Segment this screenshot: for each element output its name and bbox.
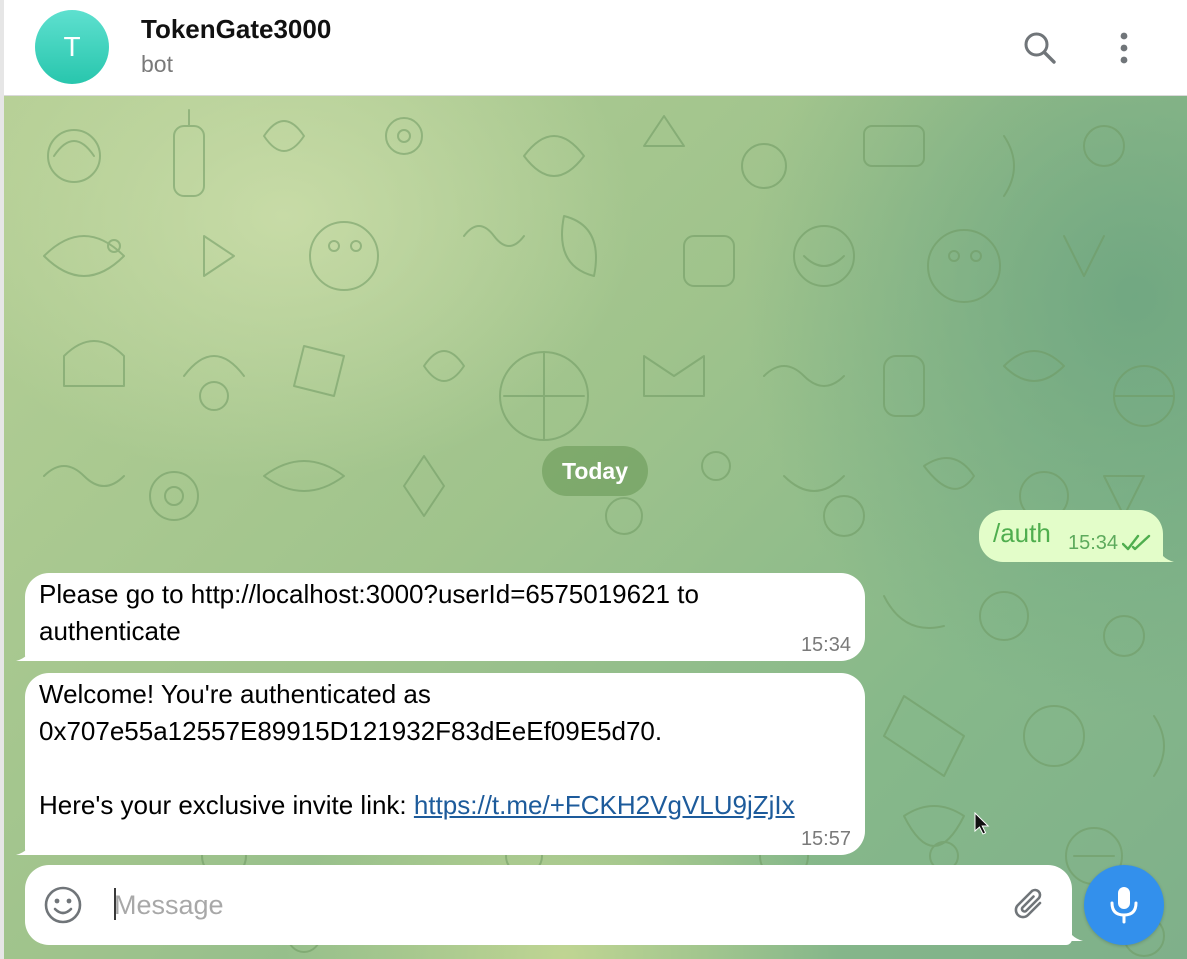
double-check-icon [1122,534,1151,551]
chat-title[interactable]: TokenGate3000 [141,14,331,45]
mouse-cursor-icon [974,812,990,835]
composer-tail [1067,925,1083,941]
date-separator: Today [542,446,648,496]
outgoing-message[interactable]: /auth 15:34 [979,510,1163,562]
outgoing-bubble-tail [1158,546,1174,562]
incoming-message[interactable]: Please go to http://localhost:3000?userI… [25,573,865,661]
emoji-icon [44,886,82,924]
attach-button[interactable] [1008,883,1052,927]
bot-avatar[interactable]: T [35,10,109,84]
more-vertical-icon [1120,32,1128,64]
invite-link[interactable]: https://t.me/+FCKH2VgVLU9jZjIx [414,790,795,820]
message-text: Welcome! You're authenticated as 0x707e5… [39,676,859,824]
text-caret [114,888,116,920]
window-edge [0,0,4,959]
voice-message-button[interactable] [1084,865,1164,945]
message-time: 15:34 [1068,532,1119,554]
telegram-chat-window: T TokenGate3000 bot Today /auth 15:34 Pl… [0,0,1187,959]
message-list[interactable]: Today /auth 15:34 Please go to http://lo… [4,96,1187,959]
avatar-letter: T [63,31,81,62]
message-time: 15:34 [800,634,851,656]
chat-header[interactable]: T TokenGate3000 bot [4,0,1187,96]
emoji-button[interactable] [41,883,85,927]
more-options-button[interactable] [1099,23,1149,73]
paperclip-icon [1014,888,1042,919]
microphone-icon [1110,887,1138,924]
message-time: 15:57 [800,828,851,850]
message-text: /auth [993,518,1051,548]
search-button[interactable] [1015,23,1065,73]
message-composer [25,865,1072,945]
incoming-message[interactable]: Welcome! You're authenticated as 0x707e5… [25,673,865,855]
chat-subtitle: bot [141,51,173,77]
message-text: Please go to http://localhost:3000?userI… [39,579,707,646]
search-icon [1024,32,1056,64]
message-input[interactable] [114,883,974,927]
